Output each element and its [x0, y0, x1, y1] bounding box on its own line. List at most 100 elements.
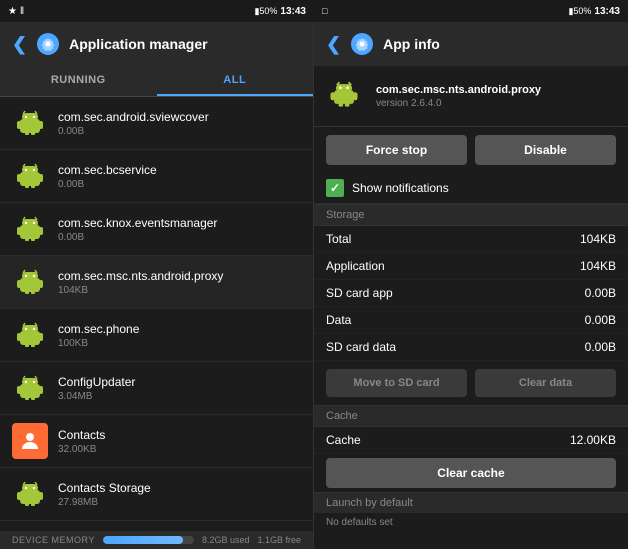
app-size: 0.00B: [58, 232, 301, 243]
tab-all[interactable]: ALL: [157, 66, 314, 96]
app-size: 3.04MB: [58, 391, 301, 402]
app-info: com.sec.phone 100KB: [58, 322, 301, 349]
status-right-left: □: [322, 6, 327, 16]
app-info-app-icon: [326, 76, 366, 116]
status-right-left: ▮50% 13:43: [254, 6, 306, 17]
list-item[interactable]: Contacts Storage 27.98MB: [0, 468, 313, 521]
storage-data-value: 0.00B: [585, 313, 616, 327]
app-info: com.sec.bcservice 0.00B: [58, 163, 301, 190]
storage-app-value: 104KB: [580, 259, 616, 273]
clear-data-button[interactable]: Clear data: [475, 369, 616, 397]
device-memory-bar: Device memory 8.2GB used 1.1GB free: [0, 531, 313, 549]
memory-fill: [103, 536, 183, 544]
storage-sdcard-app-label: SD card app: [326, 286, 393, 300]
tab-running[interactable]: RUNNING: [0, 66, 157, 96]
app-version: version 2.6.4.0: [376, 98, 541, 109]
app-size: 104KB: [58, 285, 301, 296]
list-item[interactable]: com.sec.knox.eventsmanager 0.00B: [0, 203, 313, 256]
app-name: com.sec.phone: [58, 322, 301, 336]
storage-app-label: Application: [326, 259, 385, 273]
left-panel: ★ ‖ ▮50% 13:43 ❮ Application manager RUN…: [0, 0, 314, 549]
memory-label: Device memory: [12, 535, 95, 545]
app-icon: [12, 105, 48, 141]
launch-section-header: Launch by default: [314, 492, 628, 513]
app-name: com.sec.bcservice: [58, 163, 301, 177]
cache-value: 12.00KB: [570, 433, 616, 447]
status-bar-right: □ ▮50% 13:43: [314, 0, 628, 22]
time-right: 13:43: [594, 6, 620, 17]
bluetooth-icon: ★: [8, 6, 17, 17]
app-size: 27.98MB: [58, 497, 301, 508]
app-name: com.sec.knox.eventsmanager: [58, 216, 301, 230]
status-bar-left: ★ ‖ ▮50% 13:43: [0, 0, 314, 22]
cache-section-header: Cache: [314, 405, 628, 427]
right-panel: □ ▮50% 13:43 ❮ App info: [314, 0, 628, 549]
cache-label: Cache: [326, 433, 361, 447]
storage-section-header: Storage: [314, 204, 628, 226]
app-icon: [12, 211, 48, 247]
app-info: ConfigUpdater 3.04MB: [58, 375, 301, 402]
list-item[interactable]: ConfigUpdater 3.04MB: [0, 362, 313, 415]
move-to-sd-button[interactable]: Move to SD card: [326, 369, 467, 397]
app-list: com.sec.android.sviewcover 0.00B: [0, 97, 313, 531]
back-button[interactable]: ❮: [12, 34, 27, 55]
app-icon: [12, 158, 48, 194]
storage-sdcard-data-value: 0.00B: [585, 340, 616, 354]
notifications-label: Show notifications: [352, 181, 449, 195]
app-info-details: com.sec.msc.nts.android.proxy version 2.…: [376, 84, 541, 109]
app-package-name: com.sec.msc.nts.android.proxy: [376, 84, 541, 96]
app-size: 0.00B: [58, 126, 301, 137]
battery-icon: ▮50%: [254, 6, 277, 17]
list-item[interactable]: com.sec.msc.nts.android.proxy 104KB: [0, 256, 313, 309]
app-icon: [12, 317, 48, 353]
right-panel-header: ❮ App info: [314, 22, 628, 66]
app-name: Contacts Storage: [58, 481, 301, 495]
storage-app-row: Application 104KB: [314, 253, 628, 280]
app-info: com.sec.knox.eventsmanager 0.00B: [58, 216, 301, 243]
back-button-right[interactable]: ❮: [326, 34, 341, 55]
list-item[interactable]: com.sec.phone 100KB: [0, 309, 313, 362]
app-name: com.sec.msc.nts.android.proxy: [58, 269, 301, 283]
notification-icon: □: [322, 6, 327, 16]
left-panel-header: ❮ Application manager: [0, 22, 313, 66]
app-size: 0.00B: [58, 179, 301, 190]
storage-sdcard-app-value: 0.00B: [585, 286, 616, 300]
action-buttons-row: Force stop Disable: [314, 127, 628, 173]
settings-icon: [37, 33, 59, 55]
app-info: com.sec.msc.nts.android.proxy 104KB: [58, 269, 301, 296]
signal-icon: ‖: [20, 6, 24, 17]
app-icon: [12, 476, 48, 512]
left-panel-title: Application manager: [69, 36, 207, 52]
app-icon: [12, 264, 48, 300]
app-name: com.sec.android.sviewcover: [58, 110, 301, 124]
memory-used: 8.2GB used: [202, 535, 250, 545]
clear-cache-button[interactable]: Clear cache: [326, 458, 616, 488]
time-left: 13:43: [280, 6, 306, 17]
storage-data-row: Data 0.00B: [314, 307, 628, 334]
storage-data-label: Data: [326, 313, 351, 327]
cache-row: Cache 12.00KB: [314, 427, 628, 454]
notifications-checkbox[interactable]: ✓: [326, 179, 344, 197]
storage-total-label: Total: [326, 232, 351, 246]
storage-sdcard-app-row: SD card app 0.00B: [314, 280, 628, 307]
force-stop-button[interactable]: Force stop: [326, 135, 467, 165]
storage-sdcard-data-row: SD card data 0.00B: [314, 334, 628, 361]
right-panel-title: App info: [383, 36, 440, 52]
storage-total-row: Total 104KB: [314, 226, 628, 253]
status-left-icons: ★ ‖: [8, 6, 24, 17]
app-icon: [12, 370, 48, 406]
disable-button[interactable]: Disable: [475, 135, 616, 165]
app-info: Contacts 32.00KB: [58, 428, 301, 455]
list-item[interactable]: Contacts 32.00KB: [0, 415, 313, 468]
tabs-bar: RUNNING ALL: [0, 66, 313, 97]
app-info: com.sec.android.sviewcover 0.00B: [58, 110, 301, 137]
battery-icon-right: ▮50%: [568, 6, 591, 17]
list-item[interactable]: com.sec.android.sviewcover 0.00B: [0, 97, 313, 150]
app-size: 100KB: [58, 338, 301, 349]
no-defaults-label: No defaults set: [314, 513, 628, 532]
notifications-row[interactable]: ✓ Show notifications: [314, 173, 628, 204]
app-name: Contacts: [58, 428, 301, 442]
list-item[interactable]: com.sec.bcservice 0.00B: [0, 150, 313, 203]
memory-progress-bar: [103, 536, 194, 544]
storage-total-value: 104KB: [580, 232, 616, 246]
